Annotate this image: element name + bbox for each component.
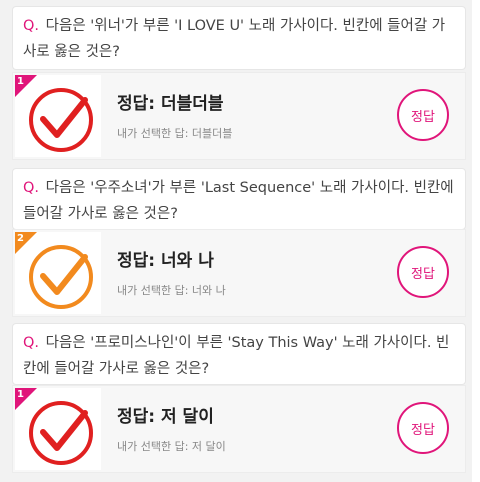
answer-row-1: 1 정답: 더블더블 내가 선택한 답: 더블더블 정답 — [12, 72, 466, 160]
item-number: 1 — [17, 76, 24, 87]
question-card-3: Q. 다음은 '프로미스나인'이 부른 'Stay This Way' 노래 가… — [12, 323, 466, 385]
answer-thumbnail: 2 — [15, 232, 101, 314]
answer-title: 정답: 더블더블 — [117, 94, 224, 114]
question-text: 다음은 '우주소녀'가 부른 'Last Sequence' 노래 가사이다. … — [23, 180, 454, 222]
question-text: 다음은 '위너'가 부른 'I LOVE U' 노래 가사이다. 빈칸에 들어갈… — [23, 18, 446, 60]
user-answer: 내가 선택한 답: 너와 나 — [117, 284, 226, 297]
answer-thumbnail: 1 — [15, 388, 101, 470]
checkmark-icon — [40, 254, 88, 295]
checkmark-icon — [40, 97, 88, 138]
answer-thumbnail: 1 — [15, 75, 101, 157]
answer-title: 정답: 너와 나 — [117, 251, 214, 271]
answer-row-2: 2 정답: 너와 나 내가 선택한 답: 너와 나 정답 — [12, 229, 466, 317]
answer-title: 정답: 저 달이 — [117, 407, 214, 427]
item-number: 2 — [17, 233, 24, 244]
question-marker: Q. — [23, 335, 40, 351]
question-card-1: Q. 다음은 '위너'가 부른 'I LOVE U' 노래 가사이다. 빈칸에 … — [12, 6, 466, 70]
answer-button[interactable]: 정답 — [397, 402, 449, 454]
question-card-2: Q. 다음은 '우주소녀'가 부른 'Last Sequence' 노래 가사이… — [12, 168, 466, 230]
question-text: 다음은 '프로미스나인'이 부른 'Stay This Way' 노래 가사이다… — [23, 335, 450, 377]
question-marker: Q. — [23, 180, 40, 196]
answer-row-3: 1 정답: 저 달이 내가 선택한 답: 저 달이 정답 — [12, 385, 466, 473]
item-number: 1 — [17, 389, 24, 400]
checkmark-icon — [40, 410, 88, 451]
answer-button[interactable]: 정답 — [397, 89, 449, 141]
answer-button[interactable]: 정답 — [397, 246, 449, 298]
user-answer: 내가 선택한 답: 저 달이 — [117, 440, 226, 453]
right-edge — [472, 0, 480, 482]
question-marker: Q. — [23, 18, 40, 34]
user-answer: 내가 선택한 답: 더블더블 — [117, 127, 233, 140]
